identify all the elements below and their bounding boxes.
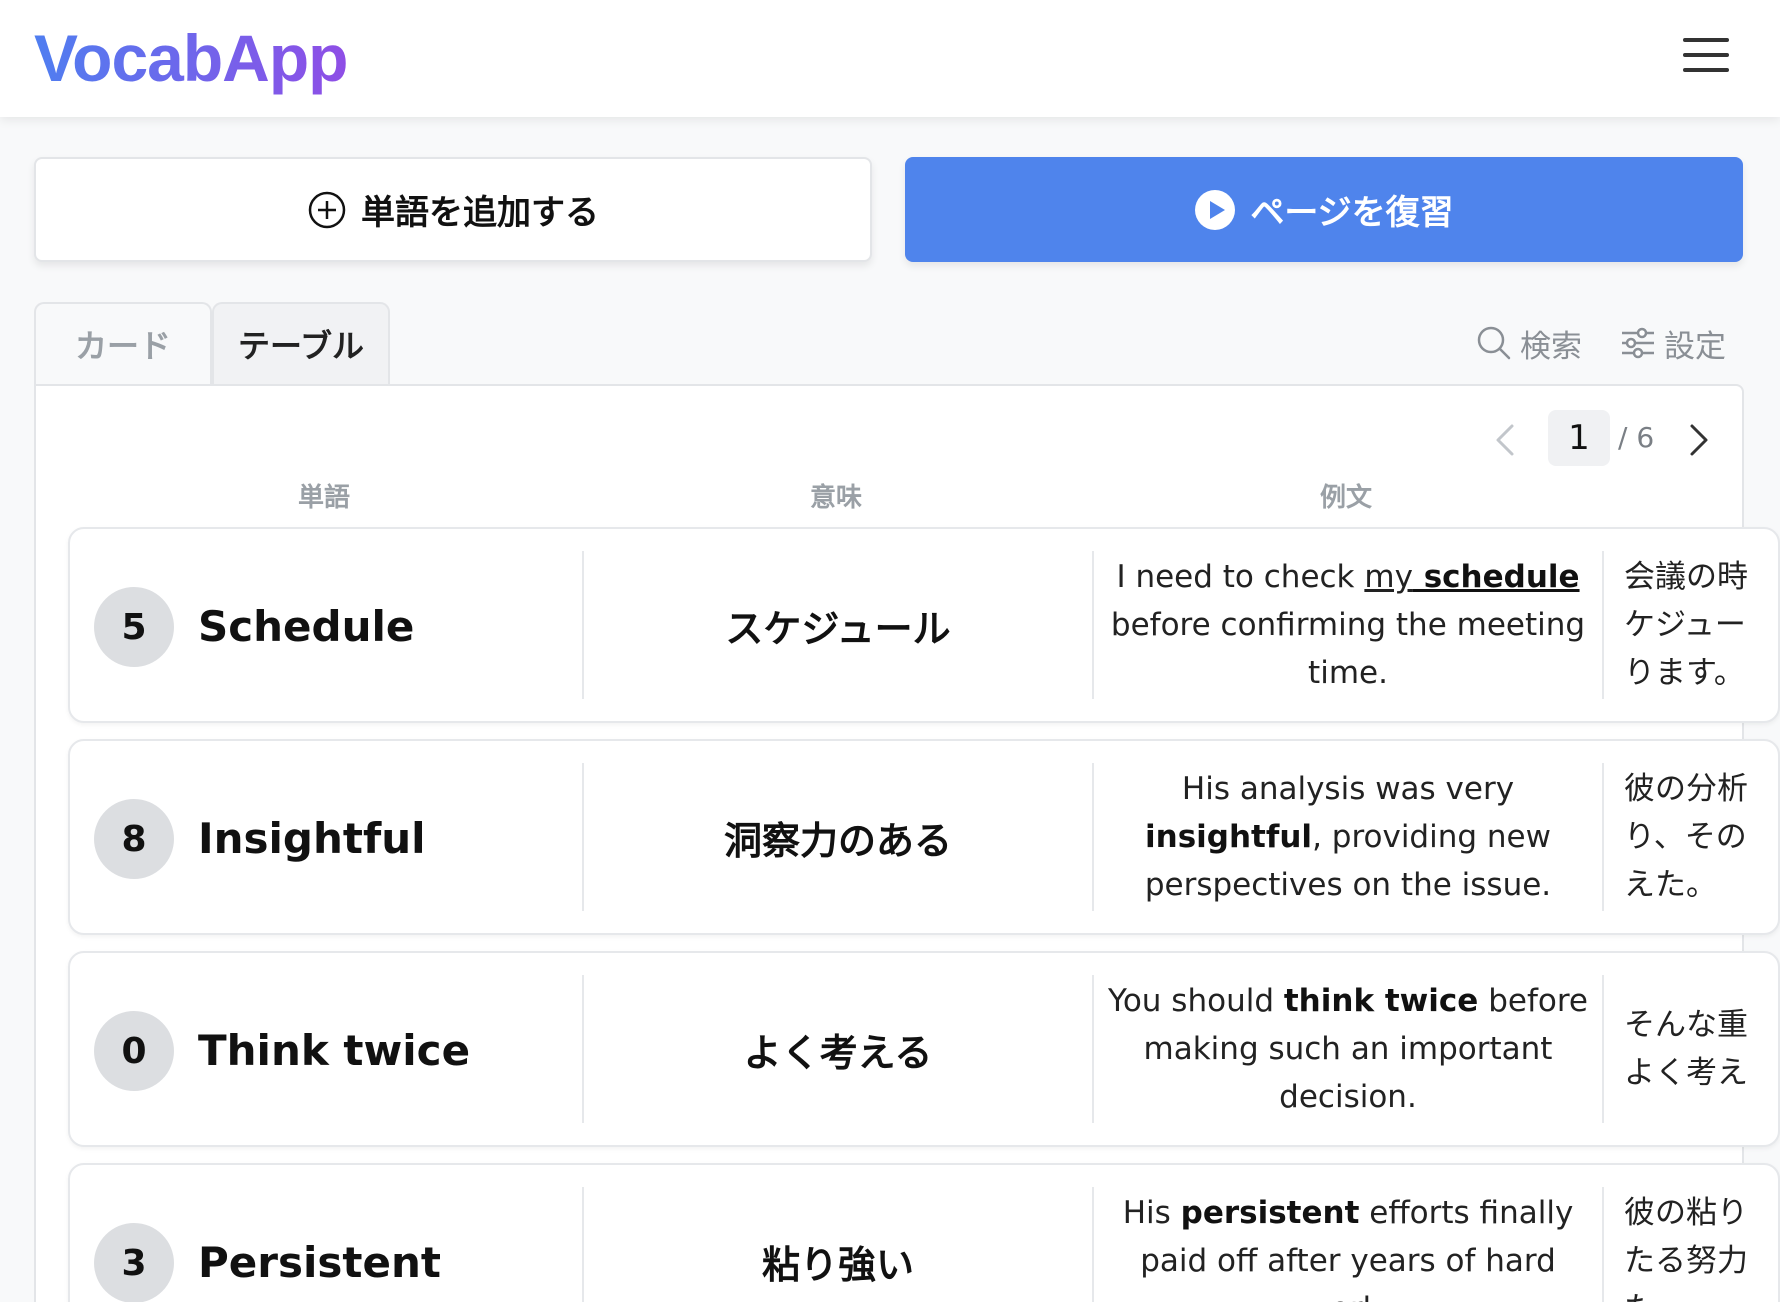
search-button[interactable]: 検索 bbox=[1476, 318, 1582, 368]
review-count-badge: 5 bbox=[94, 587, 174, 667]
translation-line: た。 bbox=[1624, 1285, 1748, 1302]
word-cell: 3 Persistent bbox=[70, 1165, 582, 1302]
add-word-button[interactable]: 単語を追加する bbox=[34, 157, 872, 262]
sentence-fragment: His bbox=[1122, 1195, 1181, 1231]
search-label: 検索 bbox=[1520, 328, 1582, 365]
word-text: Schedule bbox=[198, 602, 415, 651]
translation-line: り、その bbox=[1624, 819, 1747, 855]
menu-bar bbox=[1683, 38, 1729, 42]
menu-bar bbox=[1683, 53, 1729, 57]
plus-circle-icon bbox=[308, 191, 346, 228]
translation-line: よく考え bbox=[1624, 1055, 1748, 1091]
word-text: Insightful bbox=[198, 814, 426, 863]
play-circle-icon bbox=[1195, 189, 1236, 230]
tab-table-label: テーブル bbox=[237, 327, 365, 365]
sentence-fragment: I need to check bbox=[1116, 559, 1365, 595]
app-header: VocabApp bbox=[0, 0, 1780, 117]
translation-lines: 彼の粘りたる努力た。 bbox=[1624, 1189, 1748, 1302]
example-sentence: You should think twice before making suc… bbox=[1094, 953, 1602, 1145]
settings-label: 設定 bbox=[1664, 328, 1726, 365]
tab-card-label: カード bbox=[74, 327, 171, 365]
word-cell: 8 Insightful bbox=[70, 741, 582, 933]
translation-line: えた。 bbox=[1624, 867, 1717, 903]
chevron-right-icon bbox=[1690, 424, 1708, 456]
translation-text: 彼の分析り、そのえた。 bbox=[1604, 741, 1780, 933]
meaning-text: 粘り強い bbox=[761, 1242, 914, 1287]
highlighted-word: insightful bbox=[1145, 819, 1313, 855]
sliders-icon bbox=[1622, 327, 1654, 359]
translation-line: ります。 bbox=[1624, 655, 1745, 691]
example-sentence-text: I need to check my schedule before confi… bbox=[1104, 553, 1592, 697]
prev-page-button[interactable] bbox=[1488, 418, 1524, 462]
translation-text: 会議の時ケジューります。 bbox=[1604, 529, 1780, 721]
column-header-word: 単語 bbox=[297, 483, 350, 513]
example-sentence-text: You should think twice before making suc… bbox=[1104, 977, 1592, 1121]
translation-text: 彼の粘りたる努力た。 bbox=[1604, 1165, 1780, 1302]
menu-bar bbox=[1683, 68, 1729, 72]
app-logo[interactable]: VocabApp bbox=[34, 18, 348, 98]
sentence-fragment: You should bbox=[1108, 983, 1284, 1019]
example-sentence-text: His persistent efforts finally paid off … bbox=[1104, 1189, 1592, 1302]
column-header-meaning: 意味 bbox=[809, 483, 862, 513]
word-text: Think twice bbox=[198, 1026, 471, 1075]
hamburger-menu-button[interactable] bbox=[1680, 34, 1732, 76]
translation-line: たる努力 bbox=[1624, 1243, 1748, 1279]
example-sentence: I need to check my schedule before confi… bbox=[1094, 529, 1602, 721]
example-sentence-text: His analysis was very insightful, provid… bbox=[1104, 765, 1592, 909]
current-page: 1 bbox=[1548, 410, 1610, 466]
translation-line: 彼の分析 bbox=[1624, 771, 1748, 807]
review-count-badge: 0 bbox=[94, 1011, 174, 1091]
meaning-text: 洞察力のある bbox=[723, 818, 952, 863]
translation-line: 会議の時 bbox=[1624, 559, 1748, 595]
add-word-label: 単語を追加する bbox=[361, 193, 599, 233]
sentence-fragment: before confirming the meeting time. bbox=[1110, 607, 1586, 691]
translation-lines: そんな重 よく考え bbox=[1624, 1001, 1748, 1097]
sentence-fragment: His analysis was very bbox=[1181, 771, 1515, 807]
meaning-text: よく考える bbox=[743, 1030, 933, 1075]
example-sentence: His persistent efforts finally paid off … bbox=[1094, 1165, 1602, 1302]
review-count-badge: 8 bbox=[94, 799, 174, 879]
review-count-badge: 3 bbox=[94, 1223, 174, 1302]
tab-table[interactable]: テーブル bbox=[212, 302, 390, 384]
chevron-left-icon bbox=[1496, 424, 1514, 456]
word-cell: 5 Schedule bbox=[70, 529, 582, 721]
translation-text: そんな重 よく考え bbox=[1604, 953, 1780, 1145]
review-page-label: ページを復習 bbox=[1250, 193, 1454, 233]
translation-line: 彼の粘り bbox=[1624, 1195, 1748, 1231]
column-header-example: 例文 bbox=[1319, 483, 1372, 513]
translation-line: ケジュー bbox=[1624, 607, 1746, 643]
total-pages: / 6 bbox=[1618, 421, 1655, 454]
next-page-button[interactable] bbox=[1680, 418, 1716, 462]
translation-line: そんな重 bbox=[1624, 1007, 1748, 1043]
highlighted-word: think twice bbox=[1283, 983, 1479, 1019]
translation-lines: 会議の時ケジューります。 bbox=[1624, 553, 1748, 697]
word-text: Persistent bbox=[198, 1238, 441, 1287]
table-row[interactable]: 5 Schedule スケジュール I need to check my schedu… bbox=[68, 527, 1780, 723]
settings-button[interactable]: 設定 bbox=[1620, 318, 1726, 368]
table-row[interactable]: 3 Persistent 粘り強い His persistent efforts fi… bbox=[68, 1163, 1780, 1302]
word-cell: 0 Think twice bbox=[70, 953, 582, 1145]
meaning-text: スケジュール bbox=[725, 606, 951, 651]
tab-card[interactable]: カード bbox=[34, 302, 212, 384]
underlined-text: my bbox=[1364, 559, 1413, 595]
review-page-button[interactable]: ページを復習 bbox=[905, 157, 1743, 262]
highlighted-word: schedule bbox=[1412, 559, 1580, 595]
example-sentence: His analysis was very insightful, provid… bbox=[1094, 741, 1602, 933]
search-icon bbox=[1477, 326, 1511, 360]
table-row[interactable]: 0 Think twice よく考える You should think twice … bbox=[68, 951, 1780, 1147]
translation-lines: 彼の分析り、そのえた。 bbox=[1624, 765, 1748, 909]
table-row[interactable]: 8 Insightful 洞察力のある His analysis was very i… bbox=[68, 739, 1780, 935]
highlighted-word: persistent bbox=[1180, 1195, 1360, 1231]
